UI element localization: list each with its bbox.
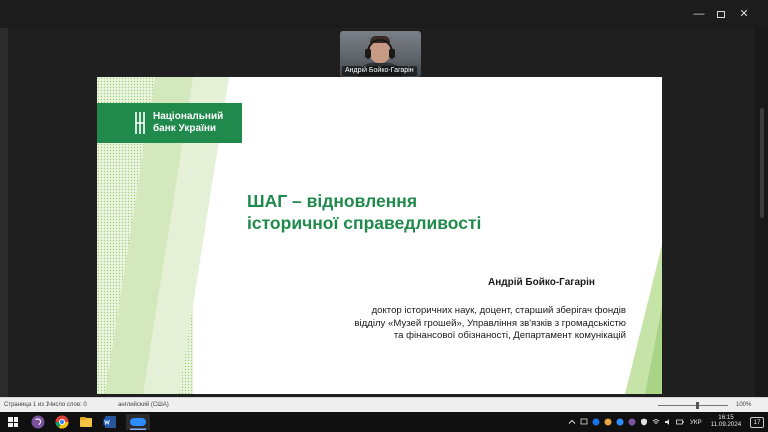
speaker-desc-line-2: відділу «Музей грошей», Управління зв'яз…	[354, 317, 626, 329]
viber-icon[interactable]	[30, 414, 46, 430]
shield-icon[interactable]	[640, 418, 648, 426]
scrollbar[interactable]	[755, 28, 768, 400]
speaker-description: доктор історичних наук, доцент, старший …	[311, 305, 626, 343]
scrollbar-thumb[interactable]	[760, 108, 764, 218]
zoom-tray-icon[interactable]	[616, 418, 624, 426]
headset-earpiece-right	[389, 49, 395, 58]
left-edge	[0, 28, 8, 400]
slide-title: ШАГ – відновлення історичної справедливо…	[247, 190, 481, 234]
clock-time: 16:15	[718, 414, 734, 421]
zoom-slider-handle[interactable]	[696, 402, 699, 409]
nbu-emblem-icon	[135, 112, 145, 134]
word-count[interactable]: Число слов: 0	[48, 401, 87, 409]
chevron-up-icon[interactable]	[568, 418, 576, 426]
slide-title-line-2: історичної справедливості	[247, 213, 482, 233]
clock-date: 11.09.2024	[710, 421, 742, 428]
document-status-bar: Страница 1 из 1 Число слов: 0 английский…	[0, 397, 768, 412]
maximize-button[interactable]	[710, 6, 732, 22]
battery-icon[interactable]	[676, 418, 684, 426]
language-status[interactable]: английский (США)	[118, 401, 169, 409]
minimize-button[interactable]: —	[688, 6, 710, 22]
notification-count: 17	[753, 419, 761, 426]
app-tray-icon[interactable]	[604, 418, 612, 426]
nbu-logo: Національний банк України	[97, 103, 242, 143]
clock[interactable]: 16:15 11.09.2024	[710, 414, 742, 428]
headset-earpiece-left	[365, 49, 371, 58]
zoom-icon[interactable]	[126, 414, 150, 430]
meeting-window: — ✕ Андрій Бойко-Гагарін Національний ба…	[0, 0, 768, 400]
wifi-icon[interactable]	[652, 418, 660, 426]
network-icon[interactable]	[580, 418, 588, 426]
logo-text: Національний банк України	[153, 111, 223, 135]
word-icon[interactable]	[102, 414, 118, 430]
slide-title-line-1: ШАГ – відновлення	[247, 191, 418, 211]
chrome-icon[interactable]	[54, 414, 70, 430]
zoom-slider[interactable]	[658, 405, 728, 406]
zoom-level[interactable]: 100%	[736, 401, 751, 409]
viber-tray-icon[interactable]	[628, 418, 636, 426]
keyboard-language[interactable]: УКР	[690, 419, 702, 426]
maximize-icon	[717, 10, 725, 18]
volume-icon[interactable]	[664, 418, 672, 426]
speaker-name: Андрій Бойко-Гагарін	[488, 277, 595, 288]
speaker-desc-line-1: доктор історичних наук, доцент, старший …	[371, 305, 626, 316]
screen: — ✕ Андрій Бойко-Гагарін Національний ба…	[0, 0, 768, 432]
taskbar: УКР 16:15 11.09.2024 17	[0, 412, 768, 432]
participant-video-tile[interactable]: Андрій Бойко-Гагарін	[340, 31, 421, 77]
bluetooth-icon[interactable]	[592, 418, 600, 426]
window-titlebar: — ✕	[0, 0, 768, 28]
speaker-desc-line-3: та фінансової обізнаності, Департамент к…	[393, 330, 626, 341]
notification-center[interactable]: 17	[750, 417, 764, 428]
close-button[interactable]: ✕	[733, 6, 755, 22]
participant-name-label: Андрій Бойко-Гагарін	[342, 66, 417, 76]
file-explorer-icon[interactable]	[78, 414, 94, 430]
page-count[interactable]: Страница 1 из 1	[4, 401, 49, 409]
logo-line-1: Національний	[153, 111, 224, 122]
shared-slide: Національний банк України ШАГ – відновле…	[97, 77, 662, 394]
logo-line-2: банк України	[153, 123, 217, 134]
windows-start-icon[interactable]	[8, 417, 18, 427]
